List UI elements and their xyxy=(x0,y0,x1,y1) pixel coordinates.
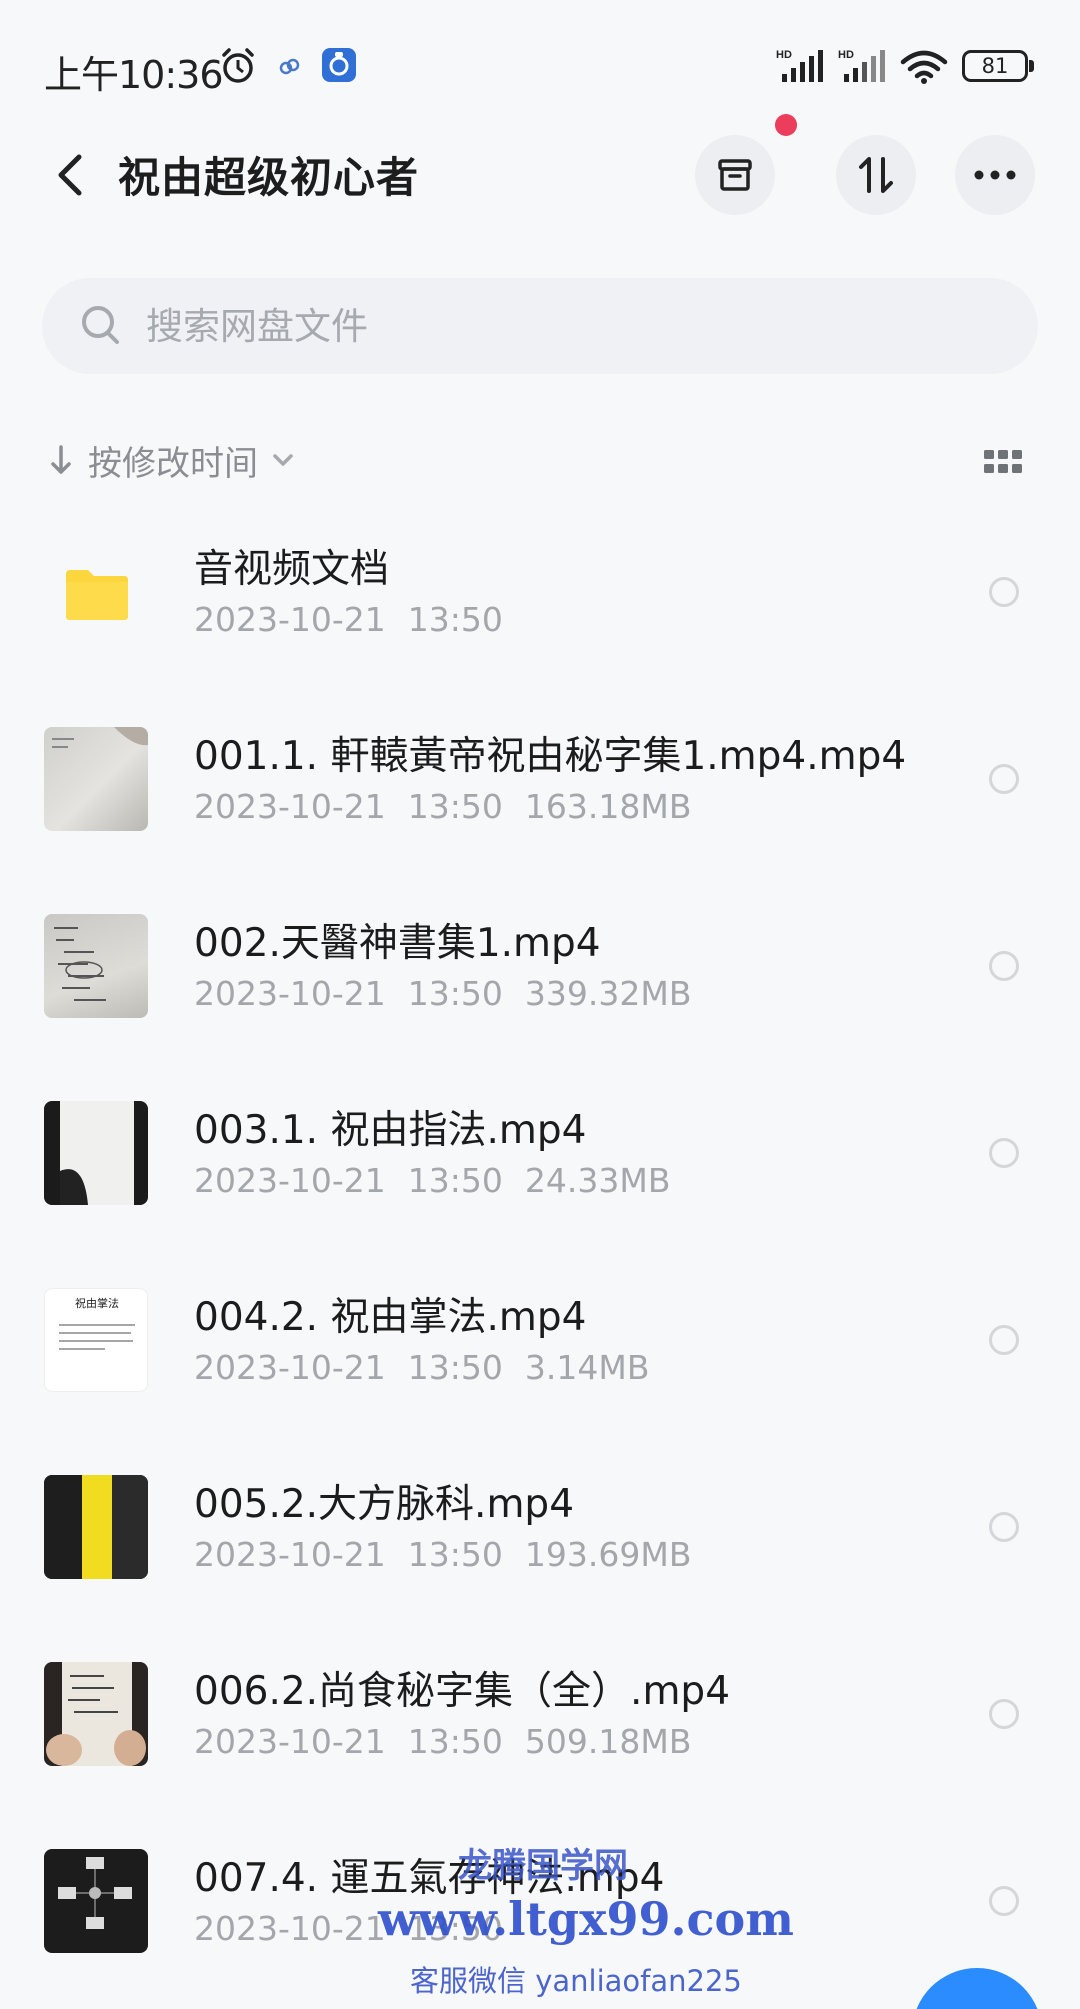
file-name: 006.2.尚食秘字集（全）.mp4 xyxy=(194,1669,731,1714)
more-horizontal-icon xyxy=(974,170,1016,180)
sort-arrows-icon xyxy=(859,157,893,193)
svg-text:HD: HD xyxy=(838,49,854,61)
file-date: 2023-10-21 xyxy=(194,1909,386,1948)
file-time: 13:50 xyxy=(407,787,503,826)
file-date: 2023-10-21 xyxy=(194,974,386,1013)
file-time: 13:50 xyxy=(407,1161,503,1200)
transfer-list-button[interactable] xyxy=(695,135,775,215)
chevron-down-icon xyxy=(273,454,293,466)
battery-level: 81 xyxy=(981,54,1009,78)
file-time: 13:50 xyxy=(407,974,503,1013)
battery-cap xyxy=(1029,60,1034,72)
watermark-contact: 客服微信 yanliaofan225 xyxy=(410,1964,742,1998)
file-date: 2023-10-21 xyxy=(194,600,386,639)
sort-order-button[interactable] xyxy=(836,135,916,215)
search-input[interactable] xyxy=(146,300,1006,352)
file-date: 2023-10-21 xyxy=(194,1161,386,1200)
file-list: 音视频文档 2023-10-21 13:50 001.1. 軒轅黃帝祝由秘字集1.… xyxy=(0,500,1080,1996)
cellular-signal-icon: HD xyxy=(776,49,823,82)
svg-text:HD: HD xyxy=(776,49,792,61)
select-checkbox[interactable] xyxy=(989,1325,1019,1355)
status-time: 上午10:36 xyxy=(44,53,224,97)
select-checkbox[interactable] xyxy=(989,1886,1019,1916)
notification-dot xyxy=(775,114,797,136)
alarm-icon xyxy=(222,48,254,83)
list-item-file[interactable]: 002.天醫神書集1.mp4 2023-10-21 13:50 339.32MB xyxy=(0,874,1080,1061)
status-bar: 上午10:36 HD HD 81 xyxy=(0,0,1080,130)
file-time: 13:50 xyxy=(407,1722,503,1761)
file-name: 003.1. 祝由指法.mp4 xyxy=(194,1108,587,1153)
file-name: 音视频文档 xyxy=(194,547,390,592)
thumbnail-doc-title: 祝由掌法 xyxy=(75,1296,119,1310)
file-name: 004.2. 祝由掌法.mp4 xyxy=(194,1295,587,1340)
grid-view-icon[interactable] xyxy=(984,450,1022,474)
file-date: 2023-10-21 xyxy=(194,1722,386,1761)
search-bar[interactable] xyxy=(42,278,1038,374)
file-size: 3.14MB xyxy=(524,1348,650,1387)
list-item-file[interactable]: 005.2.大方脉科.mp4 2023-10-21 13:50 193.69MB xyxy=(0,1435,1080,1622)
file-meta: 2023-10-21 13:50 163.18MB xyxy=(194,787,713,826)
cellular-signal-2-icon: HD xyxy=(838,49,885,82)
chevron-left-icon xyxy=(58,154,82,196)
file-time: 13:50 xyxy=(407,1535,503,1574)
list-item-file[interactable]: 祝由掌法 004.2. 祝由掌法.mp4 2023-10-21 13:50 3.14… xyxy=(0,1248,1080,1435)
file-date: 2023-10-21 xyxy=(194,1535,386,1574)
folder-icon xyxy=(44,540,148,644)
file-date: 2023-10-21 xyxy=(194,1348,386,1387)
file-name: 001.1. 軒轅黃帝祝由秘字集1.mp4.mp4 xyxy=(194,734,907,779)
watermark-url: www.ltgx99.com xyxy=(378,1892,794,1946)
file-name: 002.天醫神書集1.mp4 xyxy=(194,921,601,966)
arrow-down-icon xyxy=(51,445,71,474)
select-checkbox[interactable] xyxy=(989,1138,1019,1168)
cloud-sync-icon xyxy=(279,58,300,75)
file-size: 163.18MB xyxy=(524,787,692,826)
wifi-icon xyxy=(900,50,948,84)
select-checkbox[interactable] xyxy=(989,764,1019,794)
video-thumbnail xyxy=(44,1662,148,1766)
sort-label: 按修改时间 xyxy=(88,443,258,484)
back-button[interactable] xyxy=(40,140,100,210)
video-thumbnail xyxy=(44,1101,148,1205)
select-checkbox[interactable] xyxy=(989,577,1019,607)
file-meta: 2023-10-21 13:50 3.14MB xyxy=(194,1348,671,1387)
list-item-file[interactable]: 006.2.尚食秘字集（全）.mp4 2023-10-21 13:50 509.18… xyxy=(0,1622,1080,1809)
search-icon xyxy=(82,306,119,344)
video-thumbnail xyxy=(44,1849,148,1953)
video-thumbnail xyxy=(44,1475,148,1579)
video-thumbnail xyxy=(44,914,148,1018)
file-size: 193.69MB xyxy=(524,1535,692,1574)
more-options-button[interactable] xyxy=(955,135,1035,215)
file-meta: 2023-10-21 13:50 339.32MB xyxy=(194,974,713,1013)
select-checkbox[interactable] xyxy=(989,951,1019,981)
file-time: 13:50 xyxy=(407,1348,503,1387)
sort-selector[interactable]: 按修改时间 xyxy=(50,430,294,490)
video-thumbnail xyxy=(44,727,148,831)
archive-box-icon xyxy=(718,159,752,191)
file-size: 509.18MB xyxy=(524,1722,692,1761)
file-meta: 2023-10-21 13:50 24.33MB xyxy=(194,1161,692,1200)
watermark-site-name: 龙腾国学网 xyxy=(458,1846,628,1886)
list-item-file[interactable]: 001.1. 軒轅黃帝祝由秘字集1.mp4.mp4 2023-10-21 13:5… xyxy=(0,687,1080,874)
app-notification-icon xyxy=(322,48,356,82)
battery-indicator: 81 xyxy=(962,50,1028,82)
page-title: 祝由超级初心者 xyxy=(118,153,420,202)
select-checkbox[interactable] xyxy=(989,1699,1019,1729)
file-meta: 2023-10-21 13:50 193.69MB xyxy=(194,1535,713,1574)
file-name: 005.2.大方脉科.mp4 xyxy=(194,1482,575,1527)
file-date: 2023-10-21 xyxy=(194,787,386,826)
file-size: 24.33MB xyxy=(524,1161,671,1200)
file-size: 339.32MB xyxy=(524,974,692,1013)
list-item-folder[interactable]: 音视频文档 2023-10-21 13:50 xyxy=(0,500,1080,687)
file-meta: 2023-10-21 13:50 509.18MB xyxy=(194,1722,713,1761)
video-thumbnail: 祝由掌法 xyxy=(44,1288,148,1392)
file-meta: 2023-10-21 13:50 xyxy=(194,600,525,639)
list-item-file[interactable]: 003.1. 祝由指法.mp4 2023-10-21 13:50 24.33MB xyxy=(0,1061,1080,1248)
file-time: 13:50 xyxy=(407,600,503,639)
select-checkbox[interactable] xyxy=(989,1512,1019,1542)
